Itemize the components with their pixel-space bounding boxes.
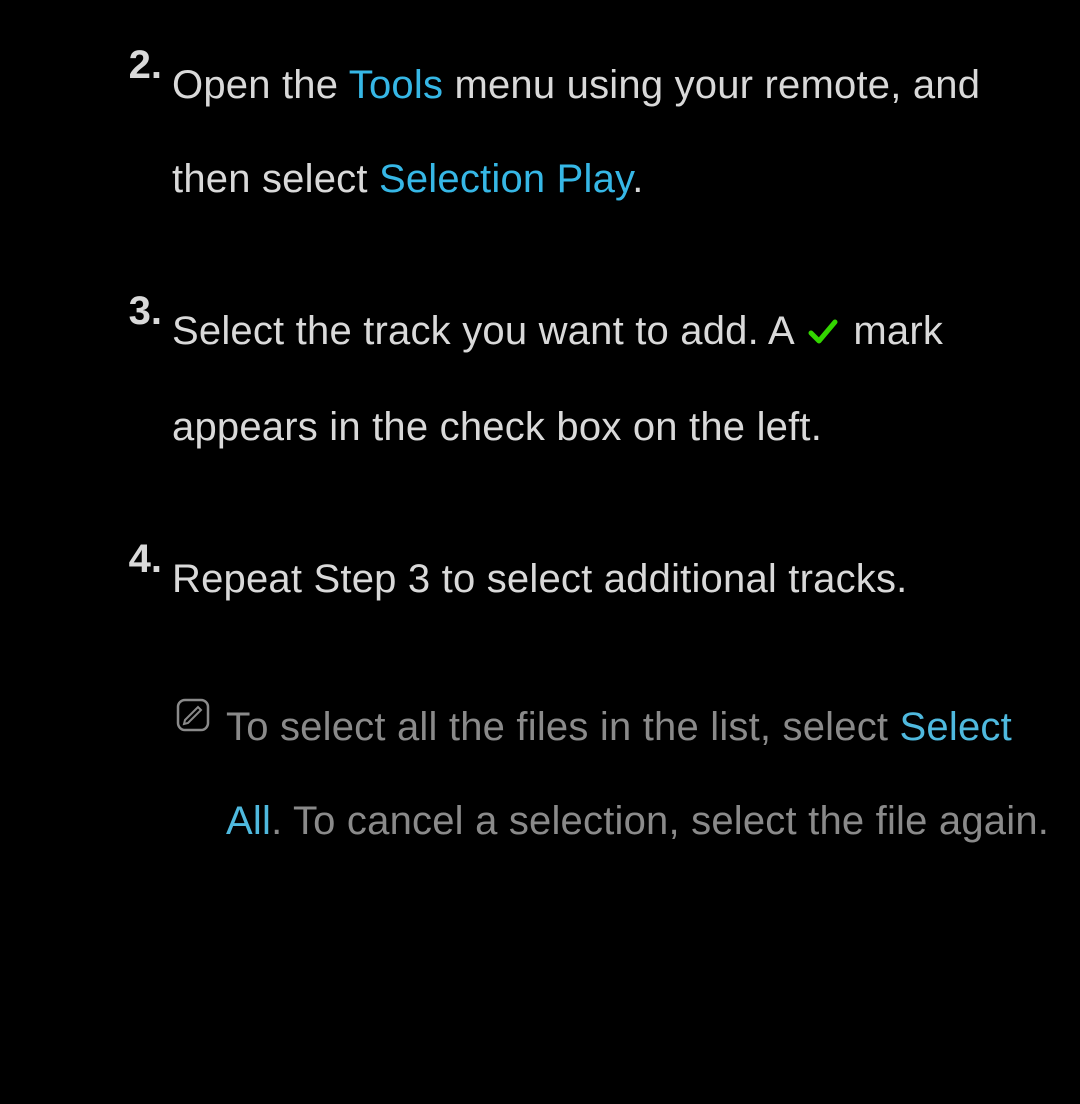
checkmark-icon bbox=[808, 286, 838, 380]
step-text: . bbox=[632, 157, 643, 201]
note-text: To select all the files in the list, sel… bbox=[226, 705, 900, 749]
selection-play-highlight: Selection Play bbox=[379, 157, 632, 201]
note-icon bbox=[176, 680, 216, 737]
manual-page: 2. Open the Tools menu using your remote… bbox=[0, 0, 1080, 1104]
step-body: Open the Tools menu using your remote, a… bbox=[172, 38, 1070, 226]
step-number: 4. bbox=[120, 532, 172, 586]
step-number: 2. bbox=[120, 38, 172, 92]
note-text: . To cancel a selection, select the file… bbox=[271, 799, 1049, 843]
tools-highlight: Tools bbox=[349, 63, 443, 107]
step-text: Open the bbox=[172, 63, 349, 107]
step-text: Repeat Step 3 to select additional track… bbox=[172, 557, 908, 601]
step-body: Repeat Step 3 to select additional track… bbox=[172, 532, 908, 626]
step-body: Select the track you want to add. A mark… bbox=[172, 284, 1070, 474]
note-body: To select all the files in the list, sel… bbox=[226, 680, 1066, 868]
step-text: Select the track you want to add. A bbox=[172, 309, 804, 353]
step-2: 2. Open the Tools menu using your remote… bbox=[120, 38, 1070, 226]
step-3: 3. Select the track you want to add. A m… bbox=[120, 284, 1070, 474]
note-block: To select all the files in the list, sel… bbox=[176, 680, 1070, 868]
step-4: 4. Repeat Step 3 to select additional tr… bbox=[120, 532, 1070, 626]
step-number: 3. bbox=[120, 284, 172, 338]
